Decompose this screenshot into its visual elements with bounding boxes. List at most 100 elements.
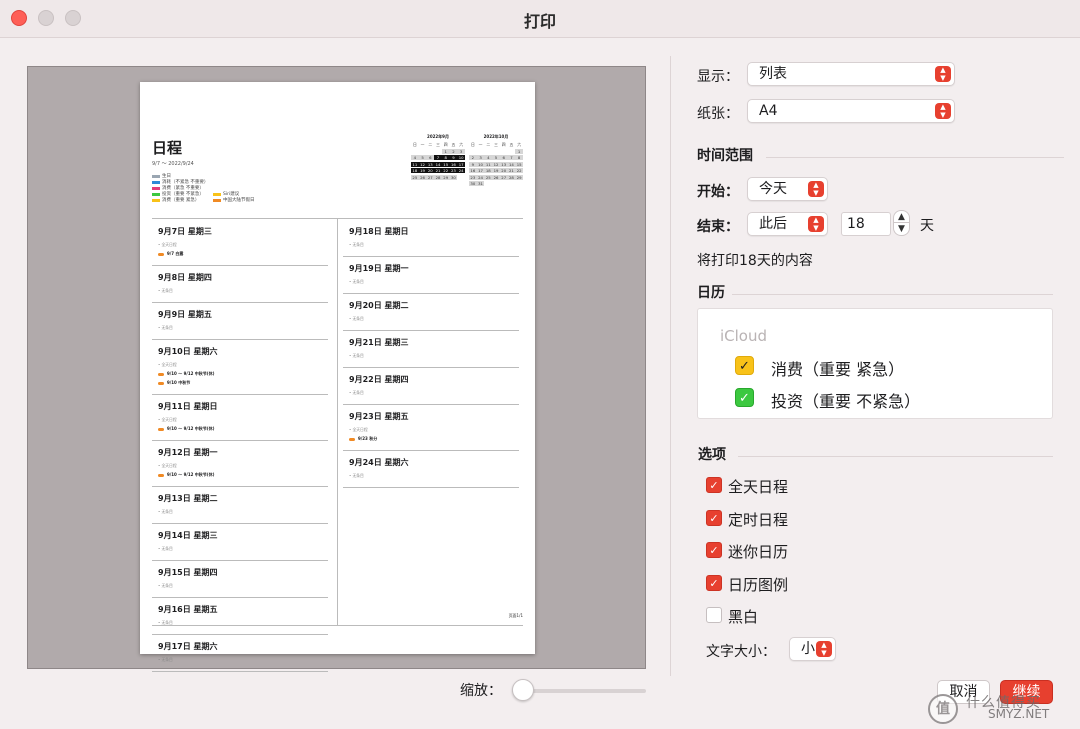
event-color-icon: [158, 473, 164, 477]
window-title: 打印: [523, 12, 556, 31]
mini-calendar-day: [500, 149, 508, 154]
calendar-checkbox-consume[interactable]: ✓: [735, 356, 754, 375]
option-legend-checkbox[interactable]: ✓: [706, 575, 722, 591]
mini-calendar-day: [508, 181, 516, 186]
preview-event-label: 9/10 ～ 9/12 中秋节(休): [167, 371, 215, 376]
watermark-logo-icon: 值: [928, 694, 958, 724]
event-color-icon: [158, 427, 164, 431]
mini-calendar-day: 7: [434, 155, 442, 160]
stepper-up-icon[interactable]: ▲: [893, 210, 910, 223]
display-popup[interactable]: 列表 ▲ ▼: [747, 62, 955, 86]
end-days-input[interactable]: 18: [841, 212, 891, 236]
preview-event-label: 9/10 ～ 9/12 中秋节(休): [167, 426, 215, 431]
mini-calendar-day: 19: [492, 168, 500, 173]
section-line: [766, 157, 1064, 158]
preview-day-heading: 9月18日 星期日: [349, 227, 409, 236]
preview-day-heading: 9月12日 星期一: [158, 448, 218, 457]
preview-event: 9/10 ～ 9/12 中秋节(休): [158, 371, 322, 377]
preview-day: 9月12日 星期一 • 全天日程 9/10 ～ 9/12 中秋节(休): [152, 441, 328, 487]
preview-day-subtitle: • 无条目: [349, 242, 364, 247]
mini-calendar-day: 27: [499, 174, 508, 180]
stepper-down-icon[interactable]: ▼: [893, 223, 910, 236]
preview-event: 9/10 ～ 9/12 中秋节(休): [158, 426, 322, 432]
mini-calendar-weekday: 四: [443, 142, 448, 147]
mini-calendar-weekday: 六: [459, 142, 464, 147]
end-days-stepper[interactable]: ▲ ▼: [893, 210, 910, 236]
mini-calendar-day: 4: [411, 155, 419, 160]
mini-calendar-day: 20: [426, 168, 435, 173]
preview-event-label: 9/10 中秋节: [167, 380, 191, 385]
mini-calendar-day: 10: [476, 161, 485, 167]
preview-event-label: 9/7 白露: [167, 251, 184, 256]
preview-day-subtitle: • 无条目: [158, 657, 173, 662]
mini-calendar-day: 18: [484, 168, 493, 173]
mini-calendar-day: 21: [434, 168, 442, 173]
mini-calendar-day: 18: [411, 168, 419, 173]
preview-left-column: 9月7日 星期三 • 全天日程 9/7 白露 9月8日 星期四 • 无条目 9月9日 星期…: [152, 220, 328, 672]
preview-day: 9月19日 星期一 • 无条目: [343, 257, 519, 294]
preview-day-heading: 9月15日 星期四: [158, 568, 218, 577]
mini-calendar-weekday: 一: [478, 142, 483, 147]
calendar-checkbox-invest[interactable]: ✓: [735, 388, 754, 407]
preview-page-number: 页面1/1: [508, 613, 523, 618]
text-size-popup[interactable]: 小 ▲ ▼: [789, 637, 836, 661]
print-preview: 日程 9/7 ～ 2022/9/24 生日 消耗（不紧急 不重要） 消费（紧急 …: [27, 66, 646, 672]
mini-calendar-day: 24: [476, 174, 485, 180]
mini-calendar-weekday: 一: [420, 142, 425, 147]
preview-day-heading: 9月20日 星期二: [349, 301, 409, 310]
preview-event: 9/10 中秋节: [158, 380, 322, 386]
chevron-updown-icon: ▲ ▼: [808, 181, 824, 197]
preview-day-subtitle: • 无条目: [349, 353, 364, 358]
option-mini-calendar-checkbox[interactable]: ✓: [706, 542, 722, 558]
mini-calendar-day: [484, 149, 492, 154]
mini-calendar-day: 26: [418, 174, 427, 180]
start-label: 开始：: [697, 184, 739, 200]
end-label: 结束：: [697, 219, 739, 235]
mini-calendar-day: [477, 149, 485, 154]
mini-calendar-day: 25: [484, 174, 493, 180]
preview-day: 9月10日 星期六 • 全天日程 9/10 ～ 9/12 中秋节(休) 9/10 中秋…: [152, 340, 328, 395]
mini-calendar-day: 16: [469, 168, 477, 173]
mini-calendar-day: 1: [515, 148, 523, 154]
option-timed-checkbox[interactable]: ✓: [706, 510, 722, 526]
option-label: 日历图例: [728, 576, 789, 594]
mini-calendar-day: 6: [499, 155, 508, 160]
preview-day-heading: 9月23日 星期五: [349, 412, 409, 421]
preview-day-heading: 9月16日 星期五: [158, 605, 218, 614]
mini-calendar-weekday: 六: [517, 142, 522, 147]
start-popup[interactable]: 今天 ▲ ▼: [747, 177, 828, 201]
mini-calendar-weekday: 日: [470, 142, 475, 147]
preview-day-heading: 9月11日 星期日: [158, 402, 218, 411]
mini-calendar-day: [419, 149, 427, 154]
option-all-day-checkbox[interactable]: ✓: [706, 477, 722, 493]
mini-calendar-day: 28: [434, 174, 442, 180]
preview-day-subtitle: • 无条目: [158, 325, 173, 330]
days-unit-label: 天: [920, 218, 934, 234]
preview-day-heading: 9月8日 星期四: [158, 273, 212, 282]
mini-calendar-day: 24: [457, 168, 465, 173]
preview-day-subtitle: • 无条目: [158, 288, 173, 293]
mini-calendar-weekday: 五: [451, 142, 456, 147]
preview-day: 9月13日 星期二 • 无条目: [152, 487, 328, 524]
calendar-list: iCloud ✓ 消费（重要 紧急） ✓ 投资（重要 不紧急）: [697, 308, 1053, 419]
end-popup[interactable]: 此后 ▲ ▼: [747, 212, 828, 236]
option-black-white-checkbox[interactable]: [706, 607, 722, 623]
mini-calendar-day: [426, 149, 434, 154]
preview-day-heading: 9月9日 星期五: [158, 310, 212, 319]
paper-popup[interactable]: A4 ▲ ▼: [747, 99, 955, 123]
mini-calendar-day: [492, 181, 500, 186]
mini-calendar-day: 30: [449, 174, 458, 180]
zoom-slider-knob[interactable]: [512, 679, 534, 701]
mini-calendar-day: 23: [469, 174, 477, 180]
mini-calendar-day: [484, 181, 492, 186]
mini-calendar-october: 2022年10月 日一二三四五六 1 2 3 4 5 6 7 8 9 10 11 12 13 14 15 16 1…: [469, 134, 523, 186]
preview-day-heading: 9月22日 星期四: [349, 375, 409, 384]
preview-day-subtitle: • 无条目: [349, 279, 364, 284]
preview-day: 9月15日 星期四 • 无条目: [152, 561, 328, 598]
preview-day: 9月9日 星期五 • 无条目: [152, 303, 328, 340]
legend-item: 中国大陆节假日: [213, 197, 255, 203]
mini-calendar-day: 21: [507, 168, 516, 173]
preview-day-heading: 9月19日 星期一: [349, 264, 409, 273]
preview-event: 9/7 白露: [158, 251, 322, 257]
mini-calendar-day: 12: [418, 161, 427, 167]
